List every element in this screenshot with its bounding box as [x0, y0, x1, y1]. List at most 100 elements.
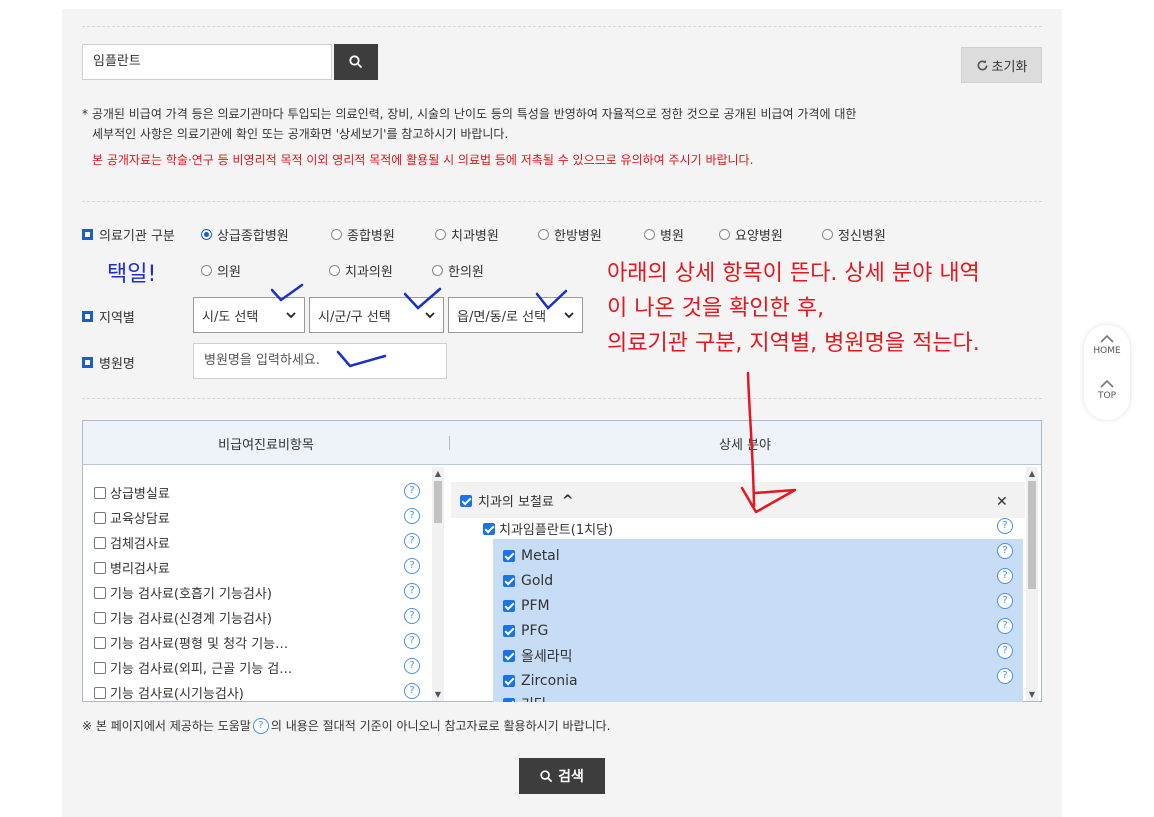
hospital-name-input[interactable]: 병원명을 입력하세요. [193, 343, 447, 379]
notice: * 공개된 비급여 가격 등은 의료기관마다 투입되는 의료인력, 장비, 시술… [82, 104, 962, 170]
radio-dental-clinic[interactable]: 치과의원 [329, 261, 393, 280]
checkbox[interactable] [94, 661, 106, 674]
checkbox-checked[interactable] [503, 649, 515, 662]
refresh-icon [977, 59, 988, 70]
list-item[interactable]: 검체검사료 [94, 533, 424, 552]
help-icon[interactable]: ? [404, 608, 420, 624]
checkbox-checked[interactable] [503, 549, 515, 562]
right-scrollbar[interactable]: ▲ ▼ [1026, 467, 1038, 701]
checkbox[interactable] [94, 536, 106, 549]
checkbox-checked[interactable] [503, 599, 515, 612]
help-icon[interactable]: ? [997, 618, 1013, 634]
checkbox-checked[interactable] [503, 624, 515, 637]
checkbox[interactable] [94, 561, 106, 574]
checkbox[interactable] [94, 686, 106, 699]
checkbox-checked[interactable] [460, 494, 472, 507]
notice-line-2: 세부적인 사항은 의료기관에 확인 또는 공개화면 '상세보기'를 참고하시기 … [92, 127, 509, 141]
list-item[interactable]: 기능 검사료(신경계 기능검사) [94, 608, 424, 627]
checkbox-checked[interactable] [503, 674, 515, 687]
chevron-down-icon [286, 311, 296, 318]
help-icon[interactable]: ? [997, 518, 1013, 534]
search-icon [540, 769, 553, 782]
reset-label: 초기화 [991, 58, 1028, 74]
detail-item-clipped[interactable]: 기타 [493, 692, 1023, 702]
close-icon[interactable]: ✕ [996, 494, 1008, 510]
chevron-up-icon[interactable]: ^ [562, 493, 574, 509]
list-item[interactable]: 기능 검사료(외피, 근골 기능 검… [94, 658, 424, 677]
checkbox-checked[interactable] [503, 574, 515, 587]
reset-button[interactable]: 초기화 [961, 47, 1042, 83]
help-icon[interactable]: ? [404, 683, 420, 699]
scroll-down-icon[interactable]: ▼ [432, 690, 444, 699]
detail-item[interactable]: Metal [493, 543, 1023, 568]
search-button[interactable] [334, 44, 378, 80]
help-icon[interactable]: ? [404, 558, 420, 574]
help-icon[interactable]: ? [404, 633, 420, 649]
left-scrollbar[interactable]: ▲ ▼ [432, 467, 444, 701]
list-item[interactable]: 기능 검사료(시기능검사) [94, 683, 424, 702]
radio-hospital[interactable]: 병원 [644, 225, 684, 244]
radio-nursing-hospital[interactable]: 요양병원 [719, 225, 783, 244]
radio-clinic[interactable]: 의원 [201, 261, 241, 280]
search-input[interactable]: 임플란트 [82, 44, 332, 80]
help-icon[interactable]: ? [404, 583, 420, 599]
detail-item[interactable]: 올세라믹 [493, 643, 1023, 668]
help-icon[interactable]: ? [404, 658, 420, 674]
square-bullet-icon [82, 229, 93, 240]
town-select[interactable]: 읍/면/동/로 선택 [448, 297, 583, 333]
city-select[interactable]: 시/군/구 선택 [309, 297, 444, 333]
help-icon[interactable]: ? [404, 533, 420, 549]
help-icon[interactable]: ? [404, 508, 420, 524]
help-icon[interactable]: ? [404, 483, 420, 499]
detail-item[interactable]: PFM [493, 593, 1023, 618]
radio-icon [644, 229, 655, 240]
chevron-up-icon [1100, 379, 1114, 388]
radio-oriental-hospital[interactable]: 한방병원 [538, 225, 602, 244]
checkbox[interactable] [94, 586, 106, 599]
radio-dental-hospital[interactable]: 치과병원 [435, 225, 499, 244]
top-button[interactable]: TOP [1084, 379, 1130, 401]
subcategory-item[interactable]: 치과임플란트(1치당) [483, 519, 613, 538]
submit-search-button[interactable]: 검색 [519, 758, 605, 794]
detail-item[interactable]: Zirconia [493, 668, 1023, 693]
help-icon[interactable]: ? [997, 643, 1013, 659]
radio-icon [329, 265, 340, 276]
checkbox-checked[interactable] [503, 698, 515, 702]
scroll-up-icon[interactable]: ▲ [1026, 469, 1038, 478]
divider [82, 201, 1042, 202]
checkbox[interactable] [94, 636, 106, 649]
detail-item[interactable]: PFG [493, 618, 1023, 643]
scroll-down-icon[interactable]: ▼ [1026, 690, 1038, 699]
list-item[interactable]: 기능 검사료(평형 및 청각 기능… [94, 633, 424, 652]
province-select[interactable]: 시/도 선택 [193, 297, 305, 333]
radio-psychiatric-hospital[interactable]: 정신병원 [822, 225, 886, 244]
detail-item[interactable]: Gold [493, 568, 1023, 593]
checkbox[interactable] [94, 611, 106, 624]
radio-tertiary-hospital[interactable]: 상급종합병원 [201, 225, 289, 244]
help-icon[interactable]: ? [997, 593, 1013, 609]
scroll-thumb[interactable] [434, 481, 442, 523]
search-panel: 임플란트 초기화 * 공개된 비급여 가격 등은 의료기관마다 투입되는 의료인… [62, 9, 1062, 817]
list-item[interactable]: 병리검사료 [94, 558, 424, 577]
checkbox[interactable] [94, 511, 106, 524]
category-item[interactable]: 치과의 보철료 ^ [460, 491, 574, 510]
list-item[interactable]: 상급병실료 [94, 483, 424, 502]
checkbox[interactable] [94, 486, 106, 499]
radio-checked-icon [201, 229, 212, 240]
home-button[interactable]: HOME [1084, 334, 1130, 356]
scroll-up-icon[interactable]: ▲ [432, 469, 444, 478]
help-icon[interactable]: ? [997, 543, 1013, 559]
notice-warning: 본 공개자료는 학술·연구 등 비영리적 목적 이외 영리적 목적에 활용될 시… [92, 153, 754, 167]
help-icon[interactable]: ? [997, 668, 1013, 684]
scroll-thumb[interactable] [1028, 481, 1036, 589]
radio-icon [719, 229, 730, 240]
box-header: 비급여진료비항목 상세 분야 [83, 421, 1041, 465]
list-item[interactable]: 교육상담료 [94, 508, 424, 527]
annotation-red-line-1: 아래의 상세 항목이 뜬다. 상세 분야 내역 [607, 261, 980, 286]
radio-general-hospital[interactable]: 종합병원 [331, 225, 395, 244]
list-item[interactable]: 기능 검사료(호흡기 기능검사) [94, 583, 424, 602]
checkbox-checked[interactable] [483, 522, 495, 535]
chevron-up-icon [1100, 334, 1114, 343]
help-icon[interactable]: ? [997, 568, 1013, 584]
radio-oriental-clinic[interactable]: 한의원 [432, 261, 484, 280]
